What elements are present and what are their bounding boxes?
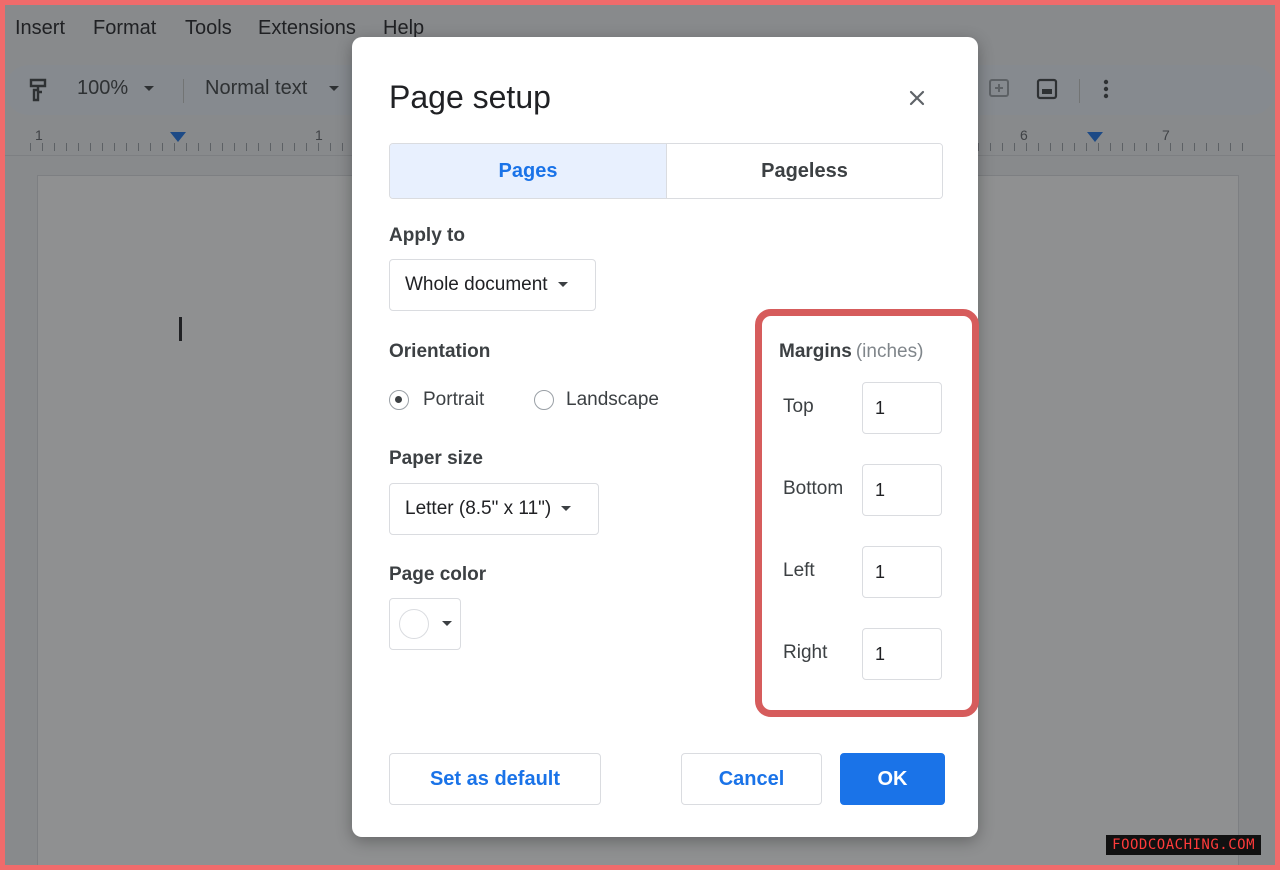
- apply-to-label: Apply to: [389, 225, 465, 246]
- margin-top-label: Top: [783, 396, 814, 417]
- paper-size-select[interactable]: Letter (8.5" x 11"): [389, 483, 599, 535]
- chevron-down-icon: [561, 506, 572, 512]
- page-setup-dialog: Page setup Pages Pageless Apply to Whole…: [352, 37, 979, 837]
- landscape-label[interactable]: Landscape: [566, 389, 659, 411]
- margins-unit: (inches): [855, 341, 924, 362]
- close-button[interactable]: [902, 83, 932, 113]
- watermark: FOODCOACHING.COM: [1106, 835, 1261, 855]
- ok-button[interactable]: OK: [840, 753, 945, 805]
- apply-to-value: Whole document: [405, 274, 548, 295]
- margin-left-input[interactable]: [862, 546, 942, 598]
- page-color-picker[interactable]: [389, 598, 461, 650]
- paper-size-label: Paper size: [389, 448, 483, 469]
- landscape-radio[interactable]: [534, 390, 554, 410]
- app-frame: Insert Format Tools Extensions Help 100%…: [5, 5, 1275, 865]
- page-color-label: Page color: [389, 564, 487, 585]
- margin-bottom-label: Bottom: [783, 478, 844, 499]
- margin-top-input[interactable]: [862, 382, 942, 434]
- portrait-radio[interactable]: [389, 390, 409, 410]
- orientation-label: Orientation: [389, 341, 491, 362]
- chevron-down-icon: [557, 282, 568, 288]
- paper-size-value: Letter (8.5" x 11"): [405, 498, 552, 519]
- portrait-label[interactable]: Portrait: [423, 389, 484, 411]
- close-icon: [909, 90, 925, 106]
- tab-pageless[interactable]: Pageless: [667, 144, 942, 198]
- margin-right-input[interactable]: [862, 628, 942, 680]
- set-as-default-button[interactable]: Set as default: [389, 753, 601, 805]
- apply-to-select[interactable]: Whole document: [389, 259, 596, 311]
- margin-left-label: Left: [783, 560, 815, 581]
- margin-right-label: Right: [783, 642, 828, 663]
- cancel-button[interactable]: Cancel: [681, 753, 822, 805]
- margins-title: Margins (inches): [779, 341, 923, 363]
- margin-bottom-input[interactable]: [862, 464, 942, 516]
- chevron-down-icon: [442, 621, 452, 626]
- color-swatch-circle: [399, 609, 429, 639]
- tab-pages[interactable]: Pages: [390, 144, 667, 198]
- page-mode-tabs: Pages Pageless: [389, 143, 943, 199]
- dialog-title: Page setup: [389, 79, 551, 115]
- margins-title-text: Margins: [779, 341, 852, 362]
